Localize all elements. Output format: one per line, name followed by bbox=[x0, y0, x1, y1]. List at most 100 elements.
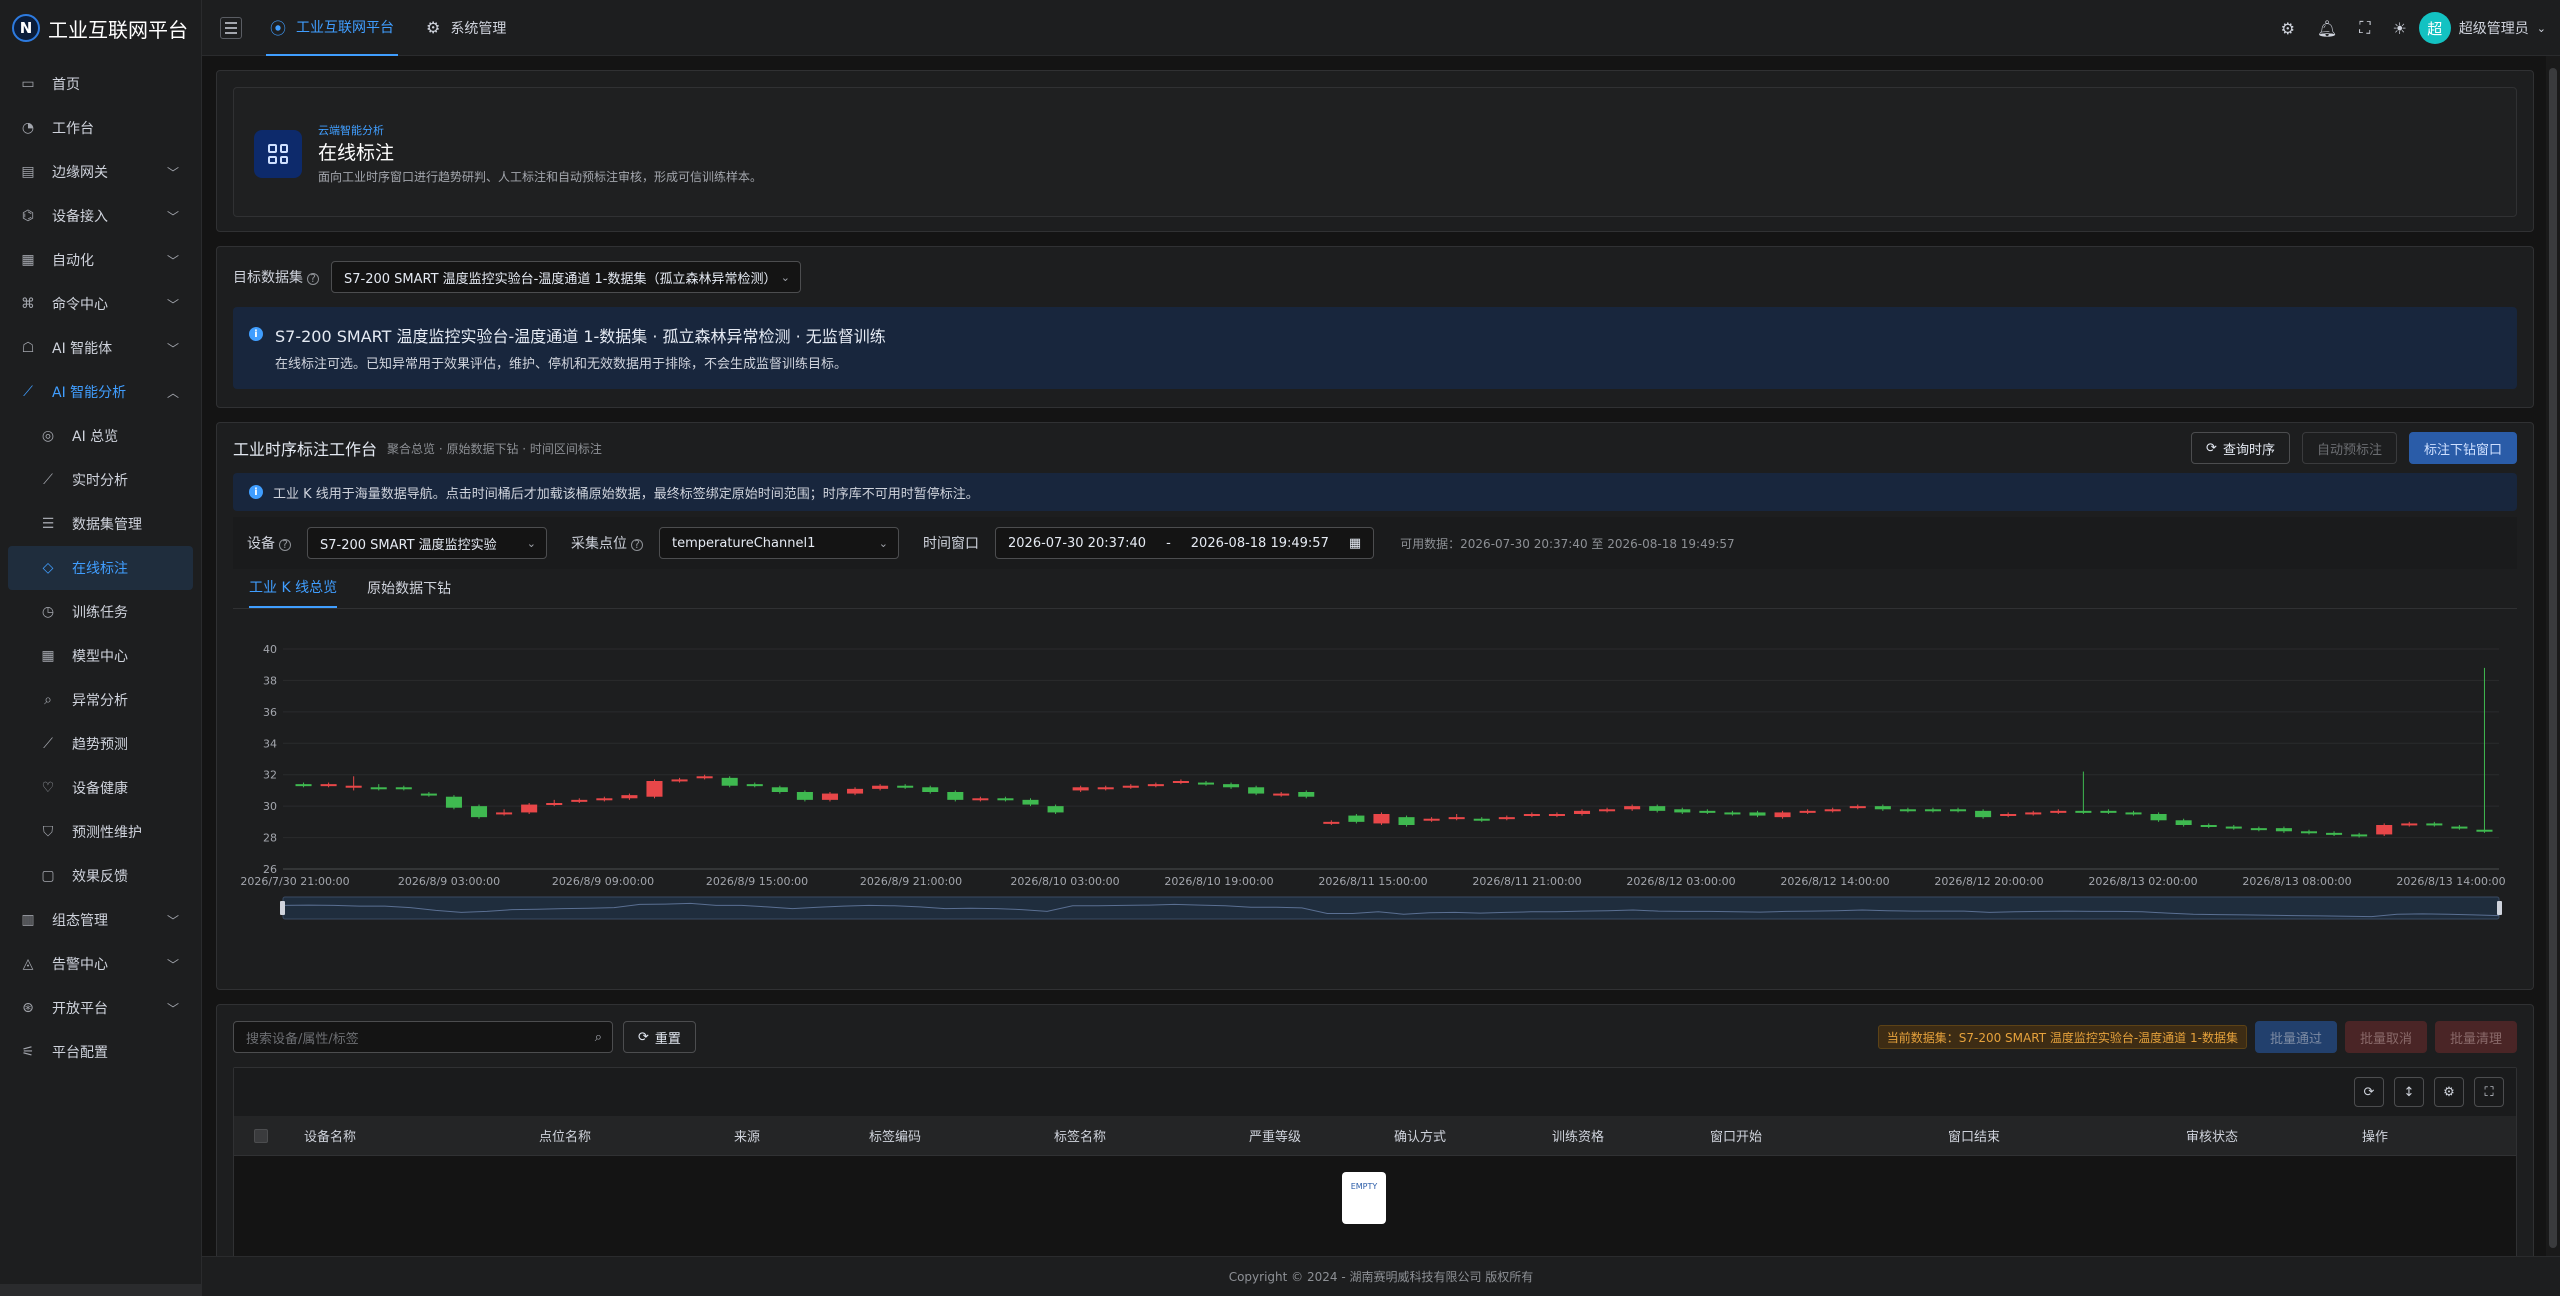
app-root: N 工业互联网平台 ▭ 首页 ◔ 工作台 ▤ 边缘网关 ﹀ ⌬ 设备接入 ﹀ ▦ 自动化 ﹀ ⌘ 命令中心 ﹀… bbox=[0, 0, 2560, 1296]
column-header[interactable]: 设备名称 bbox=[304, 1126, 356, 1145]
candle-body bbox=[420, 793, 437, 796]
chevron-down-icon: ﹀ bbox=[166, 342, 179, 356]
column-header[interactable]: 训练资格 bbox=[1552, 1126, 1604, 1145]
query-series-button[interactable]: ⟳ 查询时序 bbox=[2191, 432, 2290, 464]
x-tick-label: 2026/8/9 09:00:00 bbox=[552, 875, 654, 888]
column-header[interactable]: 审核状态 bbox=[2186, 1126, 2238, 1145]
candle-body bbox=[1548, 814, 1565, 816]
user-menu[interactable]: 超 超级管理员 ⌄ bbox=[2418, 12, 2546, 44]
candle-body bbox=[1874, 806, 1891, 810]
column-header[interactable]: 标签编码 bbox=[869, 1126, 921, 1145]
sidebar-item-feedback[interactable]: ▢ 效果反馈 bbox=[0, 854, 201, 898]
sidebar-item-gateway[interactable]: ▤ 边缘网关 ﹀ bbox=[0, 150, 201, 194]
theme-toggle-icon[interactable]: ☀ bbox=[2392, 19, 2406, 38]
column-header[interactable]: 窗口开始 bbox=[1710, 1126, 1762, 1145]
sidebar-item-robot[interactable]: ☖ AI 智能体 ﹀ bbox=[0, 326, 201, 370]
sidebar-item-settings[interactable]: ⚟ 平台配置 bbox=[0, 1030, 201, 1074]
batch-clear-button[interactable]: 批量清理 bbox=[2434, 1021, 2517, 1053]
bell-icon[interactable]: 🔔︎ bbox=[2317, 19, 2337, 38]
feedback-icon: ▢ bbox=[41, 868, 55, 884]
sidebar-item-dashboard[interactable]: ◔ 工作台 bbox=[0, 106, 201, 150]
column-header[interactable]: 来源 bbox=[734, 1126, 760, 1145]
sidebar-item-clock[interactable]: ◷ 训练任务 bbox=[0, 590, 201, 634]
settings-icon: ⚟ bbox=[21, 1044, 35, 1060]
device-select-value: S7-200 SMART 温度监控实验 bbox=[320, 537, 497, 553]
tab-system-management[interactable]: ⚙ 系统管理 bbox=[422, 0, 510, 56]
refresh-icon: ⟳ bbox=[638, 1029, 649, 1045]
dataset-icon: ☰ bbox=[41, 516, 55, 532]
sidebar-item-dataset[interactable]: ☰ 数据集管理 bbox=[0, 502, 201, 546]
fullscreen-icon[interactable]: ⛶ bbox=[2474, 1077, 2504, 1107]
sidebar-item-alarm[interactable]: ◬ 告警中心 ﹀ bbox=[0, 942, 201, 986]
table-toolbar: ⟳ ↕ ⚙ ⛶ bbox=[234, 1068, 2516, 1116]
x-tick-label: 2026/8/11 15:00:00 bbox=[1318, 875, 1427, 888]
column-header[interactable]: 标签名称 bbox=[1054, 1126, 1106, 1145]
zoom-handle-left bbox=[280, 901, 285, 915]
y-tick-label: 40 bbox=[263, 643, 277, 656]
sidebar-item-heart[interactable]: ♡ 设备健康 bbox=[0, 766, 201, 810]
annotation-table-card: 搜索设备/属性/标签 ⌕ ⟳ 重置 当前数据集：S7-200 SMART 温度监控… bbox=[216, 1004, 2534, 1256]
sidebar-item-grid[interactable]: ▦ 模型中心 bbox=[0, 634, 201, 678]
candle-body bbox=[1273, 793, 1290, 796]
sidebar-scrollbar[interactable] bbox=[0, 1284, 202, 1296]
tab-raw-drilldown[interactable]: 原始数据下钻 bbox=[367, 568, 451, 608]
sidebar-item-shield[interactable]: ⛉ 预测性维护 bbox=[0, 810, 201, 854]
candle-body bbox=[320, 784, 337, 787]
x-tick-label: 2026/7/30 21:00:00 bbox=[240, 875, 349, 888]
column-header[interactable]: 确认方式 bbox=[1394, 1126, 1446, 1145]
annotate-drill-window-button[interactable]: 标注下钻窗口 bbox=[2408, 432, 2517, 464]
open-icon: ⊛ bbox=[22, 1000, 34, 1016]
column-settings-icon[interactable]: ⚙ bbox=[2434, 1077, 2464, 1107]
sidebar-item-line-chart[interactable]: ⟋ 实时分析 bbox=[0, 458, 201, 502]
chevron-down-icon: ﹀ bbox=[166, 254, 179, 268]
time-window-picker[interactable]: 2026-07-30 20:37:40 - 2026-08-18 19:49:5… bbox=[995, 527, 1375, 559]
zoom-slider-track bbox=[282, 896, 2500, 920]
brand[interactable]: N 工业互联网平台 bbox=[0, 0, 201, 56]
candle-body bbox=[1975, 810, 1992, 818]
batch-approve-button[interactable]: 批量通过 bbox=[2254, 1021, 2337, 1053]
sidebar-item-chart[interactable]: ⟋ AI 智能分析 ︿ bbox=[0, 370, 201, 414]
point-select[interactable]: temperatureChannel1 ⌄ bbox=[659, 527, 899, 559]
sidebar-item-layout[interactable]: ▥ 组态管理 ﹀ bbox=[0, 898, 201, 942]
sidebar-item-label: 设备健康 bbox=[72, 781, 128, 797]
sidebar-item-command[interactable]: ⌘ 命令中心 ﹀ bbox=[0, 282, 201, 326]
candle-body bbox=[2200, 825, 2217, 827]
sidebar-item-monitor[interactable]: ▭ 首页 bbox=[0, 62, 201, 106]
scrollbar-thumb[interactable] bbox=[2549, 68, 2557, 1248]
auto-annotate-button[interactable]: 自动预标注 bbox=[2301, 432, 2397, 464]
sidebar-item-label: 开放平台 bbox=[52, 1001, 108, 1017]
workspace-subtitle: 聚合总览 · 原始数据下钻 · 时间区间标注 bbox=[387, 441, 602, 456]
tab-industrial-platform[interactable]: ⦿ 工业互联网平台 bbox=[266, 0, 399, 56]
settings-icon[interactable]: ⚙ bbox=[2281, 19, 2295, 38]
density-icon[interactable]: ↕ bbox=[2394, 1077, 2424, 1107]
tab-kline-overview[interactable]: 工业 K 线总览 bbox=[249, 568, 338, 608]
sidebar-item-automation[interactable]: ▦ 自动化 ﹀ bbox=[0, 238, 201, 282]
fullscreen-icon[interactable]: ⛶ bbox=[2359, 18, 2370, 38]
sidebar-item-label: AI 总览 bbox=[72, 429, 119, 445]
collapse-menu-icon[interactable] bbox=[220, 16, 242, 39]
sidebar-item-tag[interactable]: ◇ 在线标注 bbox=[8, 546, 193, 590]
sidebar-item-open[interactable]: ⊛ 开放平台 ﹀ bbox=[0, 986, 201, 1030]
candle-body bbox=[2125, 812, 2142, 815]
sidebar-item-ai[interactable]: ◎ AI 总览 bbox=[0, 414, 201, 458]
gear-icon: ⚙ bbox=[426, 18, 441, 37]
kline-chart[interactable]: 26 28 30 32 34 36 38 40 2026/7/30 21:00:00 2026/8… bbox=[233, 609, 2517, 949]
column-header[interactable]: 严重等级 bbox=[1249, 1126, 1301, 1145]
batch-cancel-button[interactable]: 批量取消 bbox=[2344, 1021, 2427, 1053]
chevron-down-icon: ﹀ bbox=[166, 1002, 179, 1016]
dataset-select[interactable]: S7-200 SMART 温度监控实验台-温度通道 1-数据集（孤立森林异常检测… bbox=[331, 261, 801, 293]
main-scrollbar[interactable] bbox=[2546, 56, 2560, 1256]
sidebar-item-trend[interactable]: ⟋ 趋势预测 bbox=[0, 722, 201, 766]
sidebar-item-search[interactable]: ⌕ 异常分析 bbox=[0, 678, 201, 722]
search-input[interactable]: 搜索设备/属性/标签 ⌕ bbox=[233, 1021, 613, 1053]
candle-body bbox=[1950, 809, 1967, 812]
reset-button[interactable]: ⟳ 重置 bbox=[623, 1021, 696, 1053]
refresh-icon[interactable]: ⟳ bbox=[2354, 1077, 2384, 1107]
sidebar-item-device[interactable]: ⌬ 设备接入 ﹀ bbox=[0, 194, 201, 238]
column-header[interactable]: 点位名称 bbox=[539, 1126, 591, 1145]
column-header[interactable]: 操作 bbox=[2362, 1126, 2388, 1145]
device-select[interactable]: S7-200 SMART 温度监控实验 ⌄ bbox=[307, 527, 547, 559]
column-header[interactable]: 窗口结束 bbox=[1948, 1126, 2000, 1145]
select-all-checkbox[interactable] bbox=[254, 1129, 268, 1143]
kline-chart-svg[interactable]: 26283032343638402026/7/30 21:00:00 2026/8… bbox=[233, 609, 2519, 949]
